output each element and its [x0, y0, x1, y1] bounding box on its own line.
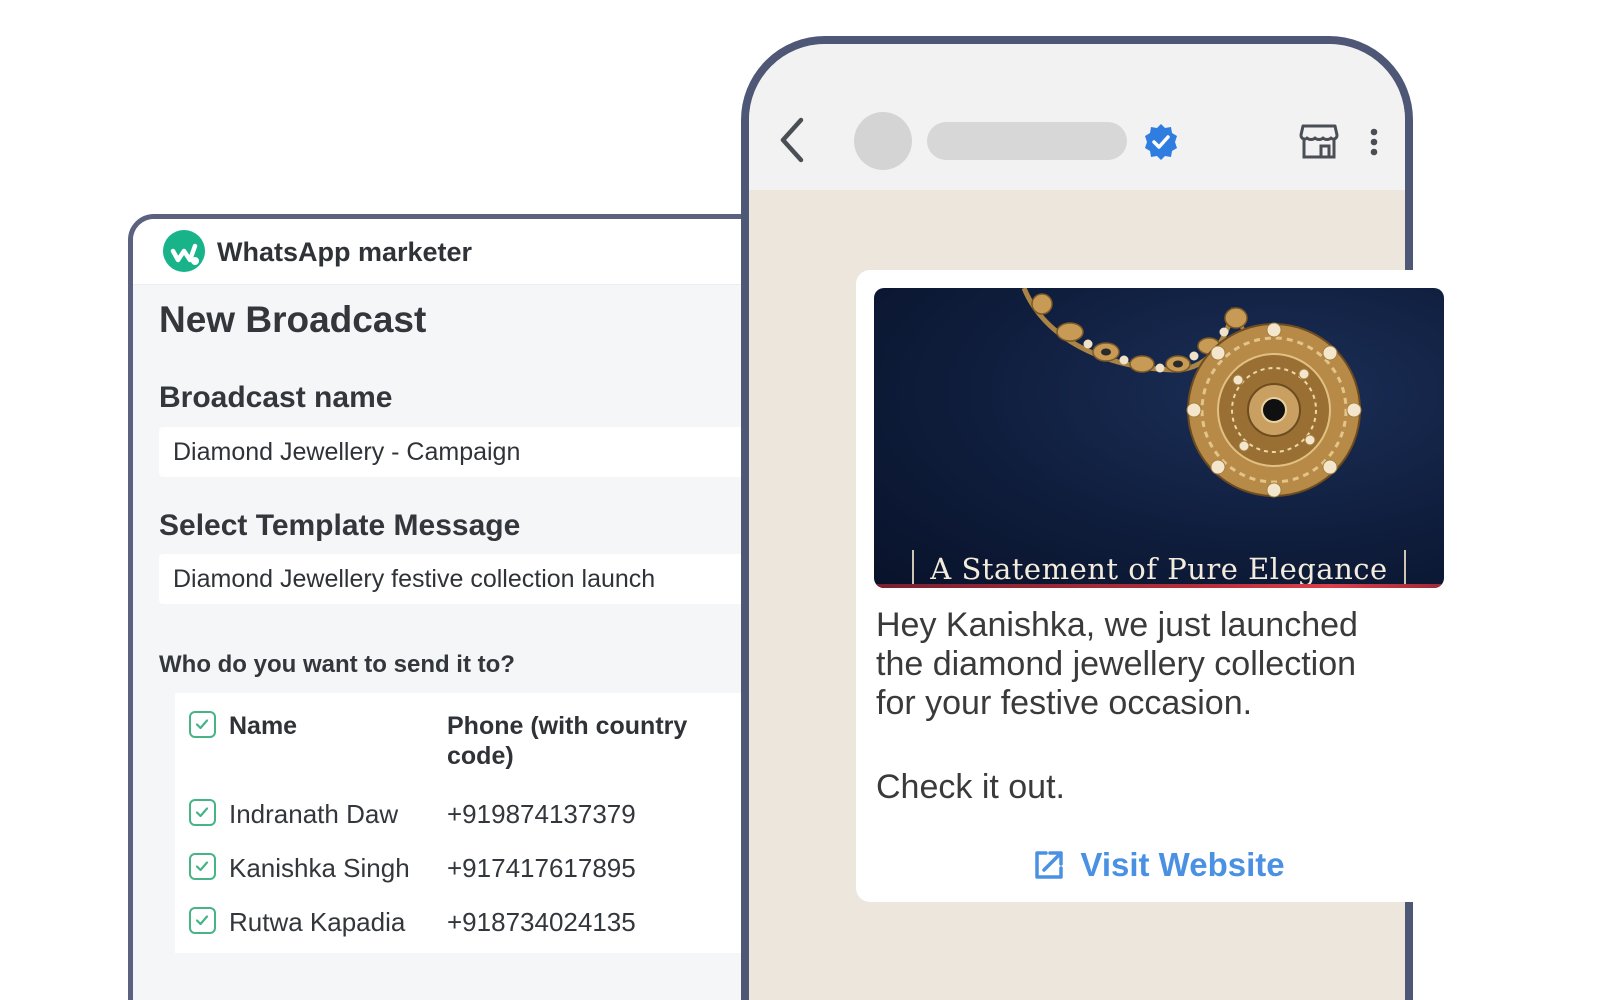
row-checkbox[interactable] — [189, 799, 216, 826]
check-icon — [195, 719, 209, 730]
column-header-phone-line2: code) — [447, 742, 514, 770]
message-banner-image: A Statement of Pure Elegance — [874, 288, 1444, 588]
row-checkbox[interactable] — [189, 907, 216, 934]
app-title: WhatsApp marketer — [217, 237, 473, 267]
storefront-icon[interactable] — [1299, 122, 1339, 160]
visit-website-button[interactable]: Visit Website — [856, 840, 1461, 890]
message-preview-card: A Statement of Pure Elegance Hey Kanishk… — [856, 270, 1461, 902]
verified-badge-icon — [1145, 124, 1177, 160]
select-all-checkbox[interactable] — [189, 711, 216, 738]
banner-strip — [874, 584, 1444, 588]
chat-header — [749, 44, 1405, 190]
visit-website-button-content: Visit Website — [1032, 840, 1285, 890]
recipient-name: Kanishka Singh — [229, 853, 410, 883]
template-label: Select Template Message — [159, 509, 521, 542]
message-line: Hey Kanishka, we just launched — [876, 606, 1358, 644]
chevron-left-icon[interactable] — [777, 116, 807, 164]
column-header-phone: Phone (with country code) — [447, 711, 687, 771]
recipient-phone: +917417617895 — [447, 853, 636, 883]
message-body: Hey Kanishka, we just launched the diamo… — [876, 606, 1436, 723]
broadcast-name-label: Broadcast name — [159, 381, 393, 414]
visit-website-label: Visit Website — [1080, 846, 1285, 883]
message-line: the diamond jewellery collection — [876, 645, 1357, 683]
contact-name-placeholder — [927, 122, 1127, 160]
column-header-phone-line1: Phone (with country — [447, 712, 688, 740]
contact-avatar[interactable] — [854, 112, 912, 170]
check-icon — [195, 915, 209, 926]
check-icon — [195, 861, 209, 872]
more-vertical-icon[interactable] — [1369, 128, 1379, 156]
row-checkbox[interactable] — [189, 853, 216, 880]
app-header: WhatsApp marketer — [133, 219, 763, 285]
broadcast-name-input[interactable]: Diamond Jewellery - Campaign — [159, 427, 759, 477]
necklace-illustration — [1021, 288, 1362, 498]
recipient-name: Indranath Daw — [229, 799, 399, 829]
message-line: for your festive occasion. — [876, 684, 1253, 722]
app-logo — [163, 230, 205, 272]
recipient-phone: +919874137379 — [447, 799, 636, 829]
banner-caption: A Statement of Pure Elegance — [930, 552, 1388, 586]
recipients-table: Name Phone (with country code) Indranath… — [175, 693, 763, 953]
template-select[interactable]: Diamond Jewellery festive collection lau… — [159, 554, 759, 604]
message-cta-text: Check it out. — [876, 768, 1065, 806]
app-logo-icon — [170, 243, 199, 265]
column-header-name: Name — [229, 712, 298, 740]
page-title: New Broadcast — [159, 299, 427, 340]
broadcast-panel: WhatsApp marketer New Broadcast Broadcas… — [128, 214, 768, 1000]
recipients-label: Who do you want to send it to? — [159, 651, 515, 678]
check-icon — [195, 807, 209, 818]
external-link-icon — [1035, 851, 1064, 879]
recipient-name: Rutwa Kapadia — [229, 907, 406, 937]
recipient-phone: +918734024135 — [447, 907, 636, 937]
